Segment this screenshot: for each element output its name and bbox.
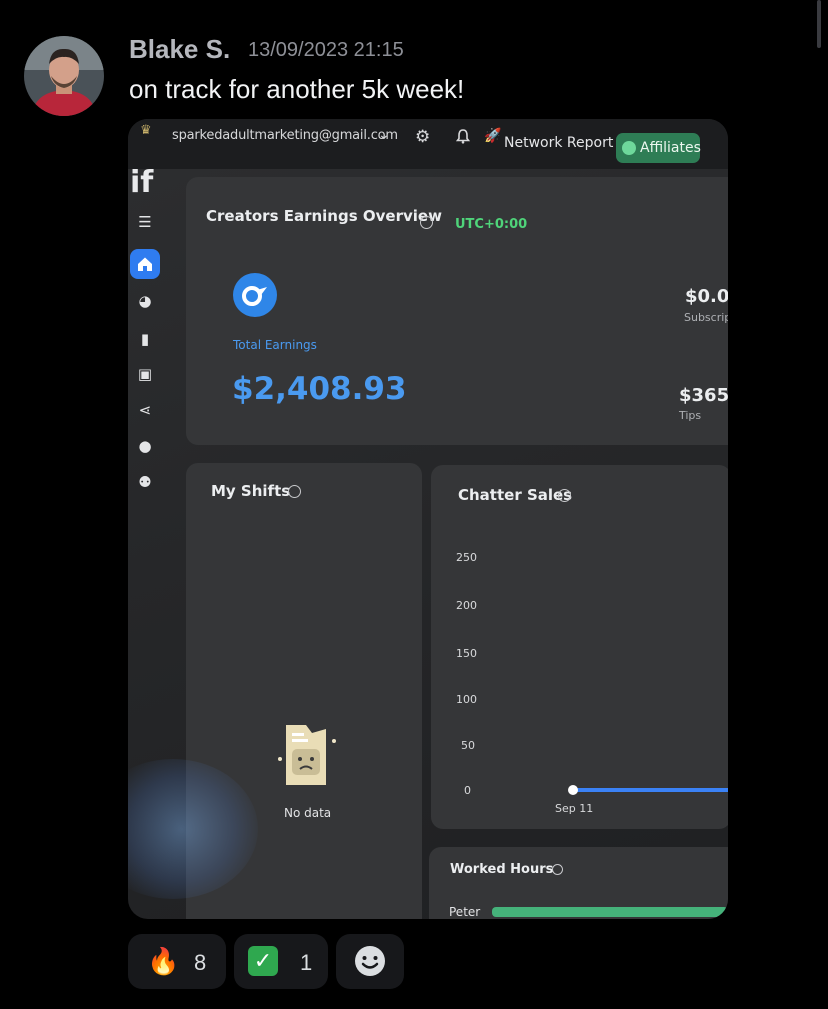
message-timestamp: 13/09/2023 21:15 xyxy=(248,39,404,61)
scrollbar[interactable] xyxy=(817,0,821,48)
info-icon xyxy=(552,864,563,875)
avatar-photo xyxy=(24,36,104,116)
reaction-count: 8 xyxy=(194,950,207,975)
smiley-icon xyxy=(355,946,385,976)
reaction-fire[interactable]: 🔥 8 xyxy=(128,934,226,989)
message-text: on track for another 5k week! xyxy=(129,74,465,104)
image-attachment[interactable]: ♛ sparkedadultmarketing@gmail.com ⌄ ⚙ 🚀 … xyxy=(128,119,728,919)
worked-hours-row-label: Peter xyxy=(449,905,481,919)
data-point xyxy=(568,785,578,795)
reaction-check[interactable]: ✓ 1 xyxy=(234,934,328,989)
worked-hours-bar xyxy=(492,907,728,917)
check-mark-icon: ✓ xyxy=(248,946,278,976)
avatar[interactable] xyxy=(24,36,104,116)
fire-icon: 🔥 xyxy=(147,946,180,976)
reaction-count: 1 xyxy=(300,950,313,975)
worked-hours-title: Worked Hours xyxy=(450,862,554,877)
username[interactable]: Blake S. xyxy=(129,34,230,65)
add-reaction-button[interactable] xyxy=(336,934,404,989)
